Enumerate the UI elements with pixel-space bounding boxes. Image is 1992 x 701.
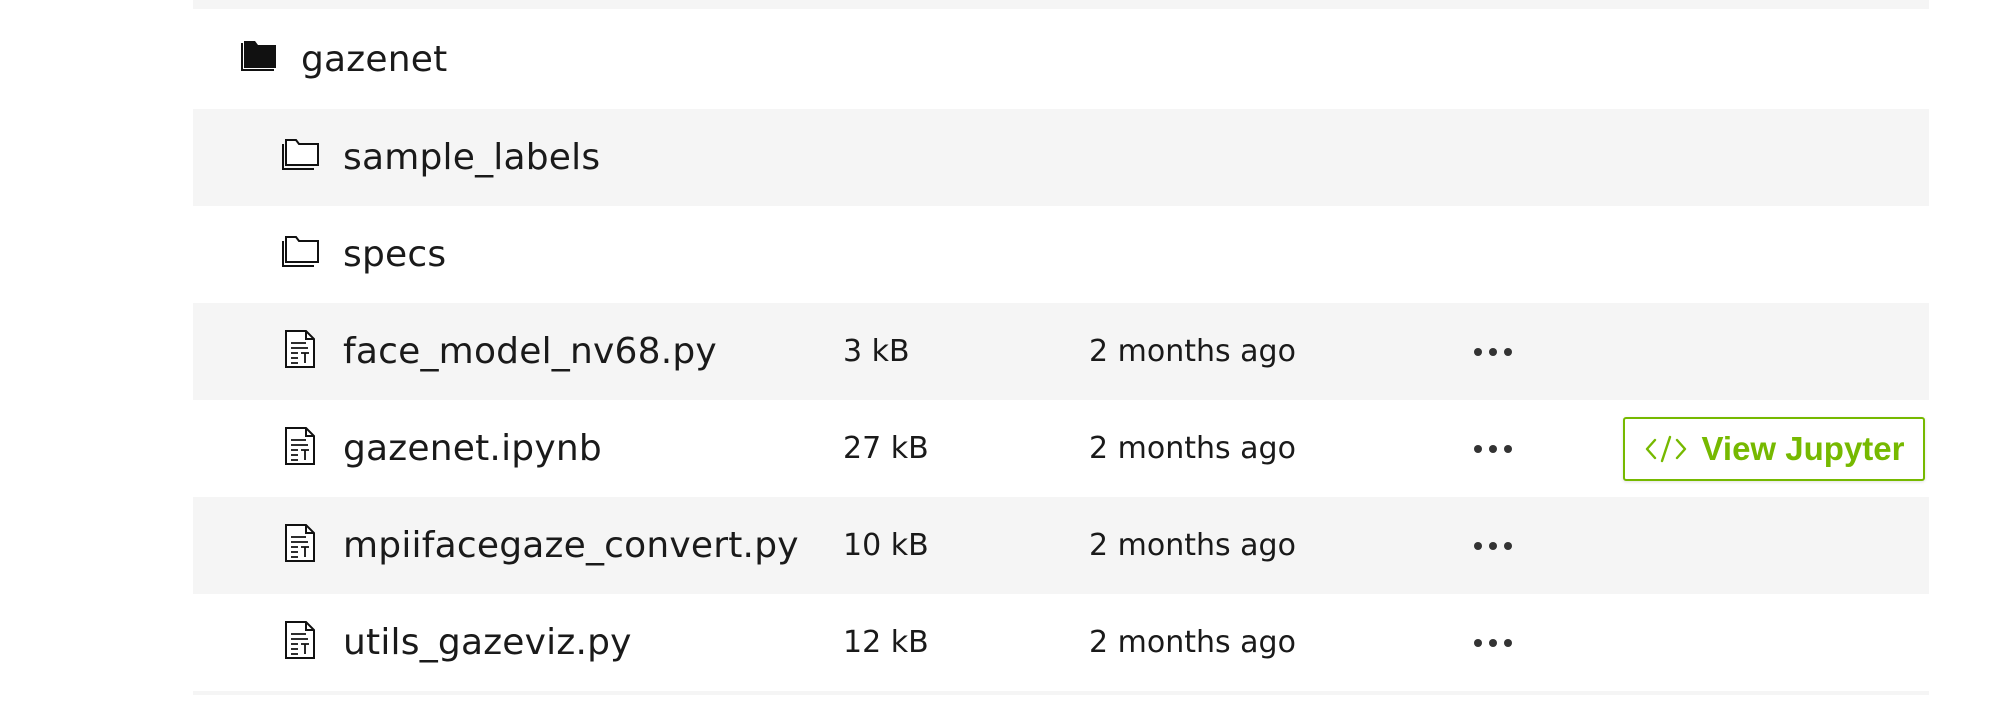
view-jupyter-label: View Jupyter: [1701, 429, 1905, 467]
more-options-button[interactable]: [1471, 337, 1515, 367]
tree-row-folder-specs[interactable]: specs: [193, 206, 1929, 303]
more-horizontal-icon: [1474, 444, 1512, 453]
folder-outline-icon: [282, 236, 319, 267]
tree-row-file[interactable]: utils_gazeviz.py 12 kB 2 months ago: [193, 594, 1929, 691]
tree-row-folder-gazenet[interactable]: gazenet: [193, 9, 1929, 109]
more-options-button[interactable]: [1471, 531, 1515, 561]
more-horizontal-icon: [1474, 347, 1512, 356]
tree-row-file[interactable]: face_model_nv68.py 3 kB 2 months ago: [193, 303, 1929, 400]
folder-name: gazenet: [301, 38, 448, 80]
row-divider: [193, 691, 1929, 695]
file-name[interactable]: gazenet.ipynb: [343, 428, 602, 469]
file-modified: 2 months ago: [1089, 625, 1296, 660]
file-size: 3 kB: [843, 334, 910, 369]
more-horizontal-icon: [1474, 638, 1512, 647]
file-size: 27 kB: [843, 431, 929, 466]
file-modified: 2 months ago: [1089, 528, 1296, 563]
folder-outline-icon: [282, 139, 319, 170]
folder-name: specs: [343, 234, 447, 275]
file-text-icon: [285, 330, 315, 368]
tree-row-file[interactable]: gazenet.ipynb 27 kB 2 months ago View Ju…: [193, 400, 1929, 497]
tree-row-file[interactable]: mpiifacegaze_convert.py 10 kB 2 months a…: [193, 497, 1929, 594]
file-name[interactable]: face_model_nv68.py: [343, 331, 717, 372]
more-options-button[interactable]: [1471, 628, 1515, 658]
code-icon: [1645, 435, 1686, 462]
file-text-icon: [285, 427, 315, 465]
view-jupyter-button[interactable]: View Jupyter: [1623, 416, 1925, 481]
folder-filled-icon: [241, 41, 276, 71]
file-tree: gazenet sample_labels specs face_model_n…: [193, 0, 1929, 695]
more-horizontal-icon: [1474, 541, 1512, 550]
file-name[interactable]: mpiifacegaze_convert.py: [343, 525, 799, 566]
file-text-icon: [285, 621, 315, 659]
file-size: 10 kB: [843, 528, 929, 563]
more-options-button[interactable]: [1471, 434, 1515, 464]
file-modified: 2 months ago: [1089, 334, 1296, 369]
row-divider: [193, 0, 1929, 9]
tree-row-folder-sample-labels[interactable]: sample_labels: [193, 109, 1929, 206]
file-modified: 2 months ago: [1089, 431, 1296, 466]
file-text-icon: [285, 524, 315, 562]
file-size: 12 kB: [843, 625, 929, 660]
folder-name: sample_labels: [343, 137, 601, 178]
file-name[interactable]: utils_gazeviz.py: [343, 622, 632, 663]
